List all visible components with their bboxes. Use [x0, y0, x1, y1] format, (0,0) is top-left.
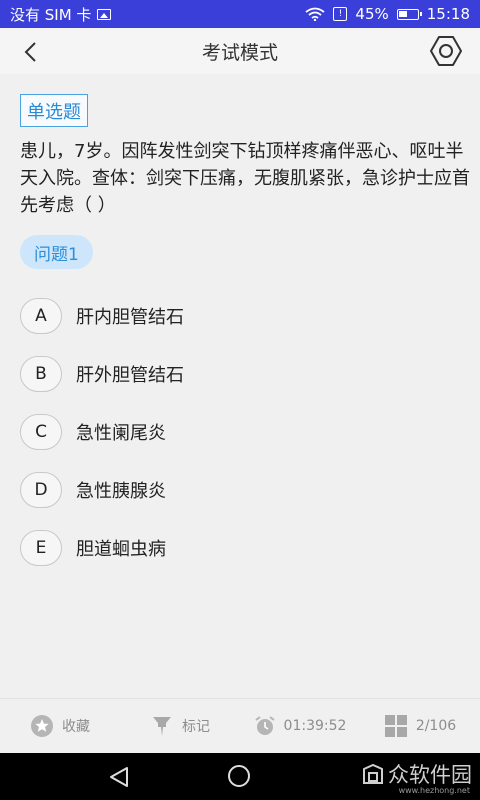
- carrier-text: 没有 SIM 卡: [10, 5, 92, 24]
- option-text: 急性胰腺炎: [76, 481, 166, 502]
- page-title: 考试模式: [201, 41, 278, 64]
- favorite-label: 收藏: [62, 719, 90, 735]
- option-e[interactable]: E 胆道蛔虫病: [20, 528, 460, 568]
- watermark-url: www.hezhong.net: [398, 786, 470, 795]
- back-arrow-icon[interactable]: [18, 38, 46, 66]
- question-area: 单选题 患儿，7岁。因阵发性剑突下钻顶样疼痛伴恶心、呕吐半天入院。查体：剑突下压…: [0, 74, 480, 698]
- question-text: 患儿，7岁。因阵发性剑突下钻顶样疼痛伴恶心、呕吐半天入院。查体：剑突下压痛，无腹…: [20, 141, 470, 216]
- option-a[interactable]: A 肝内胆管结石: [20, 296, 460, 336]
- watermark-logo-icon: [363, 763, 383, 784]
- option-letter: D: [20, 472, 62, 508]
- option-letter: C: [20, 414, 62, 450]
- option-letter: B: [20, 356, 62, 392]
- image-notification-icon: [97, 8, 112, 20]
- option-letter: E: [20, 530, 62, 566]
- status-bar: 没有 SIM 卡 ! 45% 15:18: [0, 0, 480, 28]
- bottom-toolbar: 收藏 标记 01:39:52 2/106: [0, 698, 480, 753]
- system-navigation-bar: 众软件园 www.hezhong.net: [0, 753, 480, 800]
- battery-percentage: 45%: [355, 5, 389, 23]
- option-b[interactable]: B 肝外胆管结石: [20, 354, 460, 394]
- option-text: 肝内胆管结石: [76, 307, 184, 328]
- alarm-clock-icon: [254, 716, 275, 735]
- timer-text: 01:39:52: [283, 718, 347, 734]
- star-icon: [31, 715, 53, 737]
- option-d[interactable]: D 急性胰腺炎: [20, 470, 460, 510]
- option-text: 胆道蛔虫病: [76, 539, 166, 560]
- pin-icon: [153, 717, 171, 736]
- question-number-badge: 问题1: [20, 235, 93, 269]
- data-saver-icon: !: [333, 7, 348, 21]
- watermark-text: 众软件园: [388, 763, 472, 787]
- watermark: 众软件园 www.hezhong.net: [362, 759, 472, 795]
- wifi-icon: [305, 7, 325, 21]
- nav-back-icon[interactable]: [108, 766, 130, 788]
- question-type-badge: 单选题: [20, 94, 88, 127]
- option-text: 肝外胆管结石: [76, 365, 184, 386]
- progress-text: 2/106: [415, 718, 457, 734]
- gear-icon[interactable]: [426, 33, 466, 69]
- battery-fill: [398, 10, 407, 17]
- clock: 15:18: [426, 5, 470, 23]
- mark-label: 标记: [182, 719, 210, 735]
- grid-icon: [384, 715, 407, 737]
- option-c[interactable]: C 急性阑尾炎: [20, 412, 460, 452]
- app-header: 考试模式: [0, 28, 480, 74]
- battery-icon: [396, 8, 422, 20]
- option-letter: A: [20, 298, 62, 334]
- mark-button[interactable]: 标记: [120, 714, 240, 738]
- question-grid-button[interactable]: 2/106: [360, 714, 480, 738]
- nav-home-icon[interactable]: [228, 765, 250, 787]
- favorite-button[interactable]: 收藏: [0, 714, 120, 738]
- option-text: 急性阑尾炎: [76, 423, 166, 444]
- timer: 01:39:52: [240, 715, 360, 737]
